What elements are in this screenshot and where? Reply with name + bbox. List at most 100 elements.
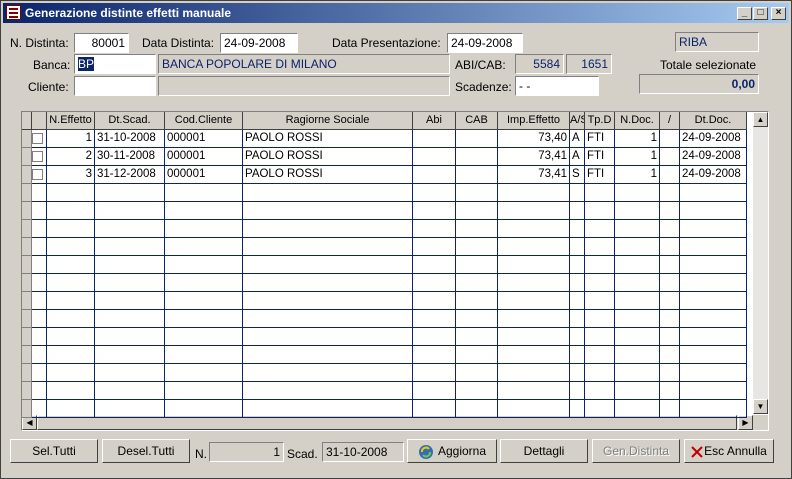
grid-cell[interactable]	[165, 238, 243, 256]
grid-cell[interactable]	[680, 400, 747, 418]
grid-cell[interactable]	[680, 238, 747, 256]
grid-cell[interactable]	[585, 328, 615, 346]
grid-cell[interactable]	[165, 220, 243, 238]
grid-cell[interactable]	[456, 238, 498, 256]
grid-cell[interactable]	[680, 382, 747, 400]
grid-cell[interactable]	[413, 202, 456, 220]
grid-cell[interactable]: PAOLO ROSSI	[243, 166, 413, 184]
grid-cell[interactable]: 73,41	[498, 148, 570, 166]
grid-cell[interactable]	[585, 238, 615, 256]
grid-cell[interactable]	[243, 220, 413, 238]
grid-cell[interactable]	[243, 346, 413, 364]
grid-cell[interactable]	[615, 382, 660, 400]
grid-cell[interactable]	[615, 238, 660, 256]
grid-cell[interactable]	[413, 148, 456, 166]
grid-cell[interactable]	[95, 364, 165, 382]
grid-cell[interactable]	[165, 292, 243, 310]
grid-cell[interactable]	[95, 256, 165, 274]
row-checkbox[interactable]	[32, 169, 43, 180]
select-cell[interactable]	[32, 292, 47, 310]
gen-distinta-button[interactable]: Gen.Distinta	[592, 439, 680, 463]
grid-cell[interactable]	[570, 292, 585, 310]
scroll-up-button[interactable]: ▲	[753, 112, 768, 127]
desel-tutti-button[interactable]: Desel.Tutti	[102, 439, 190, 463]
grid-cell[interactable]	[680, 202, 747, 220]
grid-cell[interactable]	[165, 202, 243, 220]
grid-cell[interactable]	[498, 346, 570, 364]
grid-cell[interactable]	[47, 292, 95, 310]
grid-cell[interactable]	[585, 310, 615, 328]
column-header[interactable]: /	[660, 112, 680, 130]
grid-cell[interactable]	[660, 346, 680, 364]
grid-cell[interactable]	[456, 310, 498, 328]
grid-cell[interactable]	[413, 382, 456, 400]
grid-cell[interactable]	[570, 328, 585, 346]
grid-cell[interactable]	[680, 310, 747, 328]
grid-cell[interactable]	[680, 256, 747, 274]
grid-cell[interactable]	[456, 220, 498, 238]
grid-cell[interactable]	[570, 238, 585, 256]
grid-cell[interactable]: 2	[47, 148, 95, 166]
grid-cell[interactable]: PAOLO ROSSI	[243, 148, 413, 166]
grid-cell[interactable]	[680, 184, 747, 202]
grid-cell[interactable]	[585, 364, 615, 382]
grid-cell[interactable]	[660, 400, 680, 418]
grid-cell[interactable]	[498, 256, 570, 274]
grid-cell[interactable]	[413, 364, 456, 382]
column-header[interactable]: A/S	[570, 112, 585, 130]
grid-cell[interactable]	[47, 256, 95, 274]
grid-cell[interactable]	[585, 220, 615, 238]
select-cell[interactable]	[32, 400, 47, 418]
column-header[interactable]: CAB	[456, 112, 498, 130]
grid-cell[interactable]: A	[570, 130, 585, 148]
grid-cell[interactable]	[243, 292, 413, 310]
grid-cell[interactable]	[95, 238, 165, 256]
grid-cell[interactable]	[570, 364, 585, 382]
grid-cell[interactable]	[165, 328, 243, 346]
grid-cell[interactable]	[498, 202, 570, 220]
grid-cell[interactable]	[570, 202, 585, 220]
grid-cell[interactable]	[570, 256, 585, 274]
grid-cell[interactable]	[413, 238, 456, 256]
grid-cell[interactable]: 1	[615, 130, 660, 148]
grid-cell[interactable]	[413, 310, 456, 328]
grid-cell[interactable]	[243, 274, 413, 292]
grid-cell[interactable]	[456, 256, 498, 274]
app-form-icon[interactable]	[6, 5, 21, 20]
grid-cell[interactable]	[47, 238, 95, 256]
grid-cell[interactable]	[413, 184, 456, 202]
grid-cell[interactable]	[585, 382, 615, 400]
grid-cell[interactable]	[243, 364, 413, 382]
grid-cell[interactable]	[660, 292, 680, 310]
grid-cell[interactable]	[498, 220, 570, 238]
grid-cell[interactable]	[680, 364, 747, 382]
n-distinta-field[interactable]: 80001	[74, 33, 129, 53]
esc-annulla-button[interactable]: Esc Annulla	[684, 439, 774, 463]
select-cell[interactable]	[32, 364, 47, 382]
grid-cell[interactable]	[165, 184, 243, 202]
grid-cell[interactable]	[585, 202, 615, 220]
select-cell[interactable]	[32, 148, 47, 166]
scadenze-field[interactable]: - -	[515, 76, 599, 96]
select-cell[interactable]	[32, 274, 47, 292]
grid-cell[interactable]	[660, 202, 680, 220]
grid-cell[interactable]: FTI	[585, 130, 615, 148]
grid-cell[interactable]	[456, 292, 498, 310]
maximize-button[interactable]: □	[753, 7, 768, 20]
aggiorna-button[interactable]: Aggiorna	[407, 439, 497, 463]
column-header[interactable]: Tp.D	[585, 112, 615, 130]
column-header[interactable]: Dt.Scad.	[95, 112, 165, 130]
select-cell[interactable]	[32, 346, 47, 364]
grid-cell[interactable]	[95, 400, 165, 418]
grid-cell[interactable]	[498, 274, 570, 292]
grid-cell[interactable]	[615, 310, 660, 328]
grid-cell[interactable]	[243, 238, 413, 256]
grid-cell[interactable]	[498, 310, 570, 328]
grid-cell[interactable]	[660, 220, 680, 238]
grid-cell[interactable]	[165, 256, 243, 274]
grid-cell[interactable]	[615, 328, 660, 346]
grid-cell[interactable]	[95, 202, 165, 220]
grid-cell[interactable]	[660, 328, 680, 346]
grid-cell[interactable]	[456, 184, 498, 202]
grid-cell[interactable]	[413, 166, 456, 184]
